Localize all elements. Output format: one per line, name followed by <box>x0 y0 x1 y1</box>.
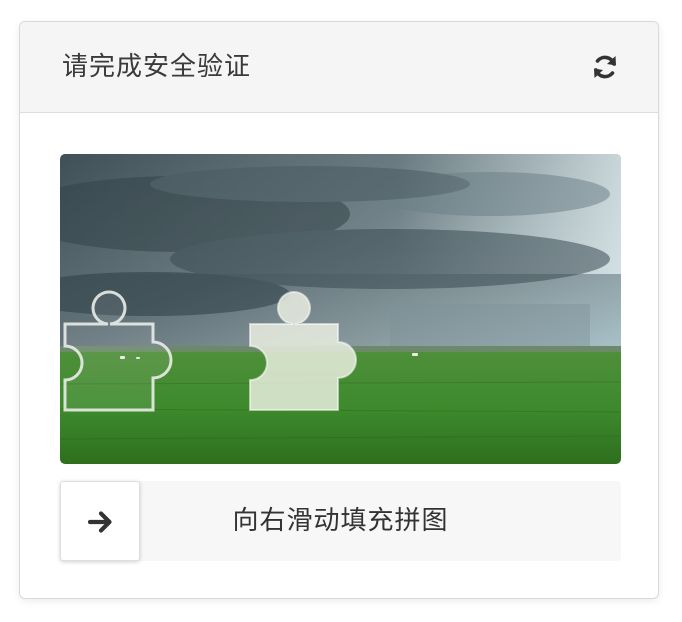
dialog-title: 请完成安全验证 <box>62 52 252 82</box>
dialog-header: 请完成安全验证 <box>20 22 658 113</box>
arrow-right-icon <box>88 511 112 533</box>
slider-track[interactable]: 向右滑动填充拼图 <box>60 481 621 561</box>
puzzle-background-image <box>60 154 621 464</box>
captcha-dialog: 请完成安全验证 向右滑动填充拼图 <box>19 21 659 599</box>
slider-hint: 向右滑动填充拼图 <box>232 506 449 536</box>
refresh-button[interactable] <box>590 52 620 82</box>
slider-handle[interactable] <box>60 481 140 561</box>
refresh-icon <box>594 55 616 79</box>
